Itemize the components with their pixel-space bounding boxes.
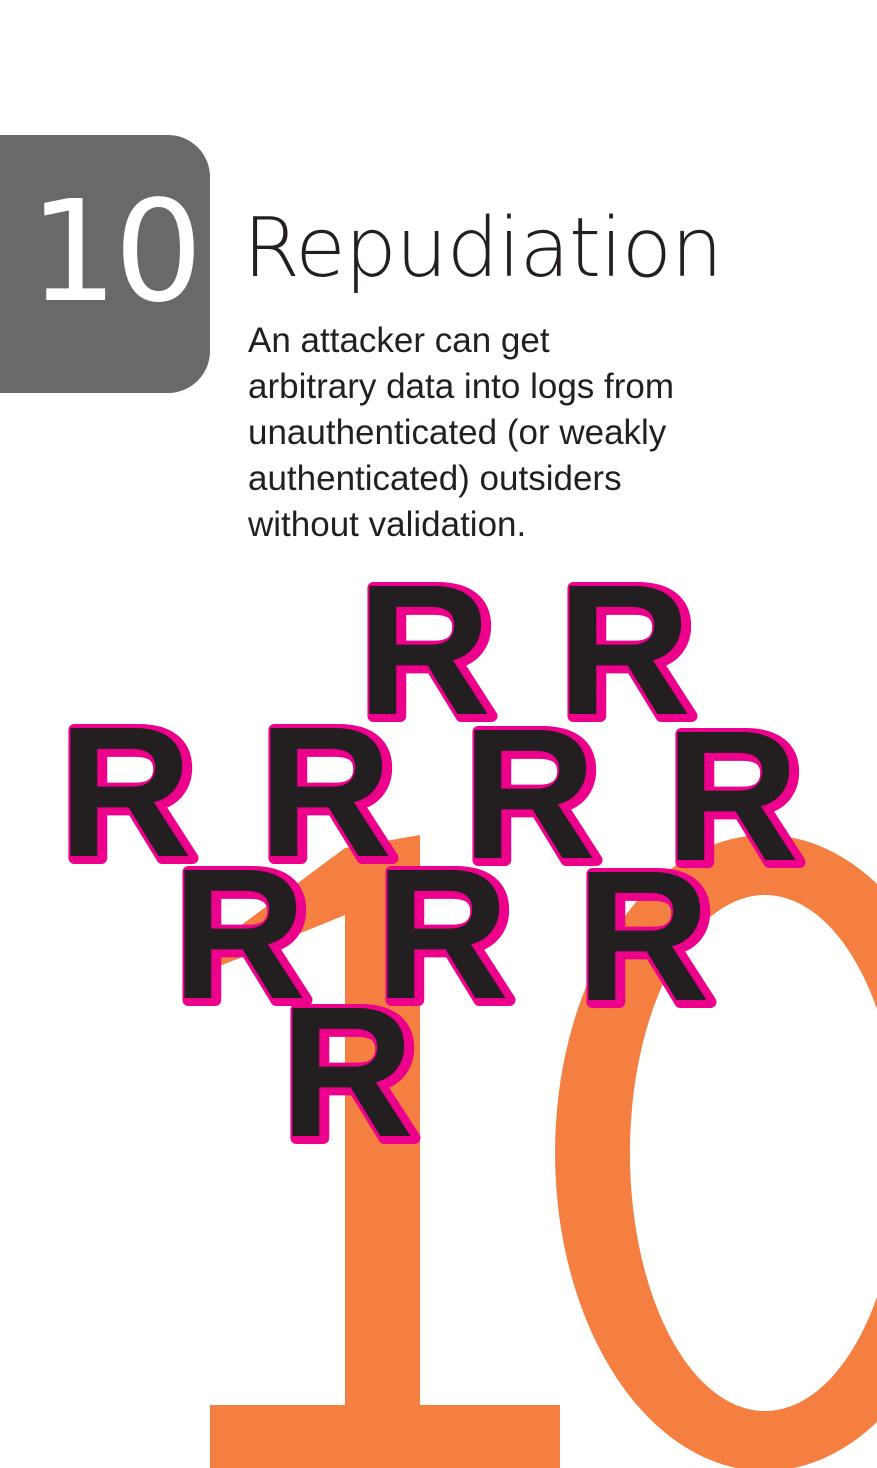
card-title: Repudiation <box>243 201 723 296</box>
r-letter-icon: RR <box>574 829 720 1048</box>
r-letter: R <box>576 833 710 1040</box>
r-letter-icon: RR <box>278 965 424 1184</box>
r-letter-group: RR RRRR RR RR RRRR RR RRRR <box>56 543 809 1184</box>
description-line: An attacker can get <box>248 321 550 360</box>
card-number: 10 <box>28 171 203 334</box>
description-line: unauthenticated (or weakly <box>248 413 667 452</box>
description-line: arbitrary data into logs from <box>248 367 675 406</box>
description-line: authenticated) outsiders <box>248 459 622 498</box>
description-line: without validation. <box>248 505 527 544</box>
card: RRRRRRRRRRRRRRRRRRRR 10 Repudiation An a… <box>0 0 877 1468</box>
r-letter: R <box>280 969 414 1176</box>
card-description: An attacker can get arbitrary data into … <box>248 318 674 548</box>
